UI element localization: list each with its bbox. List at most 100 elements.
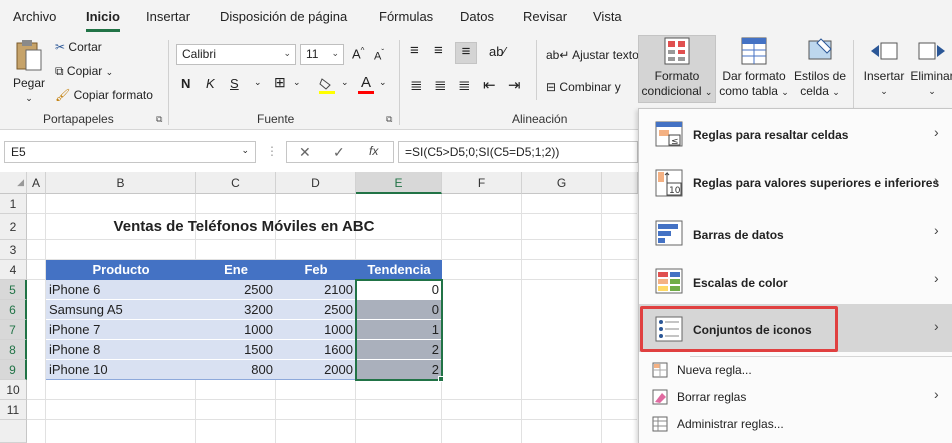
row-header[interactable]: 3 [0,240,27,260]
table-cell[interactable]: 2 [356,360,442,380]
decrease-indent-icon[interactable]: ⇤ [483,76,496,94]
copy-button[interactable]: ⧉ Copiar ⌄ [55,64,113,79]
row-header-selected[interactable]: 8 [0,340,27,360]
increase-indent-icon[interactable]: ⇥ [508,76,521,94]
italic-button[interactable]: K [206,76,215,91]
insert-cells-button[interactable]: Insertar ⌄ [858,37,910,99]
table-cell[interactable]: iPhone 8 [46,340,196,360]
column-header[interactable]: C [196,172,276,194]
row-header-selected[interactable]: 5 [0,280,27,300]
table-cell[interactable]: 2500 [196,280,276,300]
table-cell[interactable]: 1600 [276,340,356,360]
row-header-selected[interactable]: 9 [0,360,27,380]
font-name-combo[interactable]: Calibri ⌄ [176,44,296,65]
font-color-button[interactable]: A [358,74,374,94]
table-cell[interactable]: 1000 [196,320,276,340]
orientation-icon[interactable]: ab⁄ [489,44,506,59]
tab-disposicion[interactable]: Disposición de página [220,9,347,24]
row-header[interactable]: 11 [0,400,27,420]
row-header[interactable]: 1 [0,194,27,214]
fill-color-button[interactable] [318,76,336,94]
tab-vista[interactable]: Vista [593,9,622,24]
chevron-down-icon[interactable]: ⌄ [293,77,301,88]
row-header-selected[interactable]: 7 [0,320,27,340]
font-size-combo[interactable]: 11 ⌄ [300,44,344,65]
align-top-icon[interactable]: ≡ [410,42,419,59]
grow-font-button[interactable]: A^ [352,46,364,61]
table-cell[interactable]: iPhone 6 [46,280,196,300]
table-header-cell[interactable]: Ene [196,260,276,280]
row-header[interactable]: 10 [0,380,27,400]
menu-item-top-bottom-rules[interactable]: 10 Reglas para valores superiores e infe… [639,159,952,205]
table-cell[interactable]: 0 [356,280,442,300]
table-cell[interactable]: 2500 [276,300,356,320]
table-header-cell[interactable]: Producto [46,260,196,280]
column-header[interactable]: G [522,172,602,194]
tab-datos[interactable]: Datos [460,9,494,24]
align-right-icon[interactable]: ≣ [458,76,471,94]
menu-item-manage-rules[interactable]: Administrar reglas... [639,412,952,436]
paste-button[interactable]: Pegar ⌄ [10,38,48,103]
column-header[interactable]: A [27,172,46,194]
align-left-icon[interactable]: ≣ [410,76,423,94]
delete-cells-button[interactable]: Eliminar ⌄ [906,37,952,99]
formula-input[interactable]: =SI(C5>D5;0;SI(C5=D5;1;2)) [398,141,638,163]
table-header-cell[interactable]: Tendencia [356,260,442,280]
name-box[interactable]: E5 ⌄ [4,141,256,163]
table-cell[interactable]: iPhone 10 [46,360,196,380]
select-all-button[interactable]: ◢ [0,172,27,194]
row-header[interactable]: 2 [0,214,27,240]
table-cell[interactable]: 1000 [276,320,356,340]
sheet-title[interactable]: Ventas de Teléfonos Móviles en ABC [46,217,442,237]
menu-item-new-rule[interactable]: Nueva regla... [639,358,952,382]
table-cell[interactable]: 0 [356,300,442,320]
table-cell[interactable]: 1 [356,320,442,340]
chevron-down-icon[interactable]: ⌄ [379,77,387,88]
merge-button[interactable]: ⊟ Combinar y [546,80,621,94]
tab-inicio[interactable]: Inicio [86,9,120,24]
cell-styles-button[interactable]: Estilos de celda ⌄ [792,37,848,100]
borders-icon[interactable]: ⊞ [274,74,286,91]
clipboard-launcher-icon[interactable]: ⧉ [156,114,162,125]
table-cell[interactable]: 2100 [276,280,356,300]
tab-archivo[interactable]: Archivo [13,9,56,24]
menu-item-color-scales[interactable]: Escalas de color [639,258,952,304]
align-middle-icon[interactable]: ≡ [434,42,443,59]
table-cell[interactable]: 2 [356,340,442,360]
align-center-icon[interactable]: ≣ [434,76,447,94]
table-cell[interactable]: 800 [196,360,276,380]
menu-item-clear-rules[interactable]: Borrar reglas [639,385,952,409]
align-bottom-icon[interactable]: ≡ [455,42,477,64]
column-header[interactable]: F [442,172,522,194]
fx-icon[interactable]: fx [369,144,378,158]
column-header[interactable]: B [46,172,196,194]
table-cell[interactable]: 3200 [196,300,276,320]
enter-icon[interactable]: ✓ [333,144,345,161]
format-painter-button[interactable]: 🖌 Copiar formato [55,88,153,102]
font-launcher-icon[interactable]: ⧉ [386,114,392,125]
wrap-text-button[interactable]: ab↵ Ajustar texto [546,48,639,62]
tab-insertar[interactable]: Insertar [146,9,190,24]
chevron-down-icon[interactable]: ⌄ [341,77,349,88]
table-cell[interactable]: Samsung A5 [46,300,196,320]
tab-revisar[interactable]: Revisar [523,9,567,24]
column-header-selected[interactable]: E [356,172,442,194]
table-cell[interactable]: 2000 [276,360,356,380]
menu-item-highlight-rules[interactable]: ≤ Reglas para resaltar celdas [639,111,952,157]
column-header[interactable]: D [276,172,356,194]
shrink-font-button[interactable]: Aˇ [374,48,384,63]
row-header[interactable] [0,420,27,443]
menu-item-data-bars[interactable]: Barras de datos [639,210,952,256]
bold-button[interactable]: N [181,76,190,91]
chevron-down-icon[interactable]: ⌄ [254,77,262,88]
format-as-table-button[interactable]: Dar formato como tabla ⌄ [716,37,792,100]
row-header[interactable]: 4 [0,260,27,280]
table-cell[interactable]: iPhone 7 [46,320,196,340]
table-cell[interactable]: 1500 [196,340,276,360]
column-header[interactable] [602,172,638,194]
table-header-cell[interactable]: Feb [276,260,356,280]
underline-button[interactable]: S [230,76,239,91]
cancel-icon[interactable]: ✕ [299,144,311,161]
tab-formulas[interactable]: Fórmulas [379,9,433,24]
cut-button[interactable]: ✂ Cortar [55,40,102,54]
